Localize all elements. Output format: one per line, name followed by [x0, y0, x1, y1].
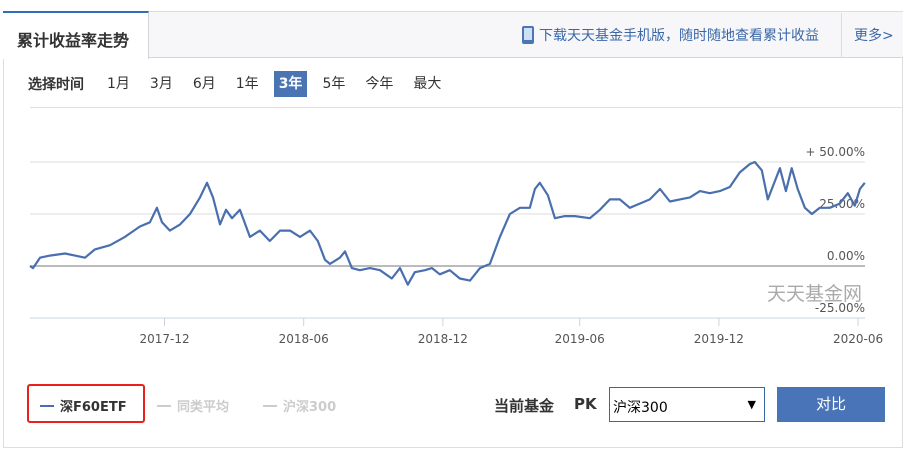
x-tick-label: 2018-06: [279, 332, 329, 346]
dropdown-arrow-icon: ▼: [747, 398, 756, 411]
legend-line-icon: [40, 404, 54, 407]
pk-label: PK: [574, 395, 597, 413]
x-tick-label: 2019-12: [694, 332, 744, 346]
legend-hs300[interactable]: 沪深300: [263, 396, 336, 415]
legend-line-icon: [157, 404, 171, 407]
current-fund-label: 当前基金: [494, 397, 555, 415]
legend-line-icon: [263, 404, 277, 407]
legend-fund[interactable]: 深F60ETF: [40, 396, 127, 415]
x-tick-label: 2019-06: [555, 332, 605, 346]
legend-label: 深F60ETF: [60, 400, 127, 415]
x-tick-label: 2020-06: [833, 332, 883, 346]
compare-select[interactable]: 沪深300 ▼: [609, 387, 765, 422]
compare-button[interactable]: 对比: [777, 387, 885, 422]
y-tick-label: + 50.00%: [805, 145, 865, 159]
watermark: 天天基金网: [767, 283, 862, 305]
legend-label: 沪深300: [283, 400, 337, 415]
legend-category-avg[interactable]: 同类平均: [157, 396, 229, 415]
select-value: 沪深300: [613, 400, 668, 416]
legend-label: 同类平均: [177, 400, 230, 415]
y-tick-label: 0.00%: [827, 249, 865, 263]
x-tick-label: 2017-12: [139, 332, 189, 346]
cumulative-return-chart: + 50.00%25.00%0.00%-25.00%2017-12 2018-06…: [29, 145, 883, 346]
x-tick-label: 2018-12: [418, 332, 468, 346]
